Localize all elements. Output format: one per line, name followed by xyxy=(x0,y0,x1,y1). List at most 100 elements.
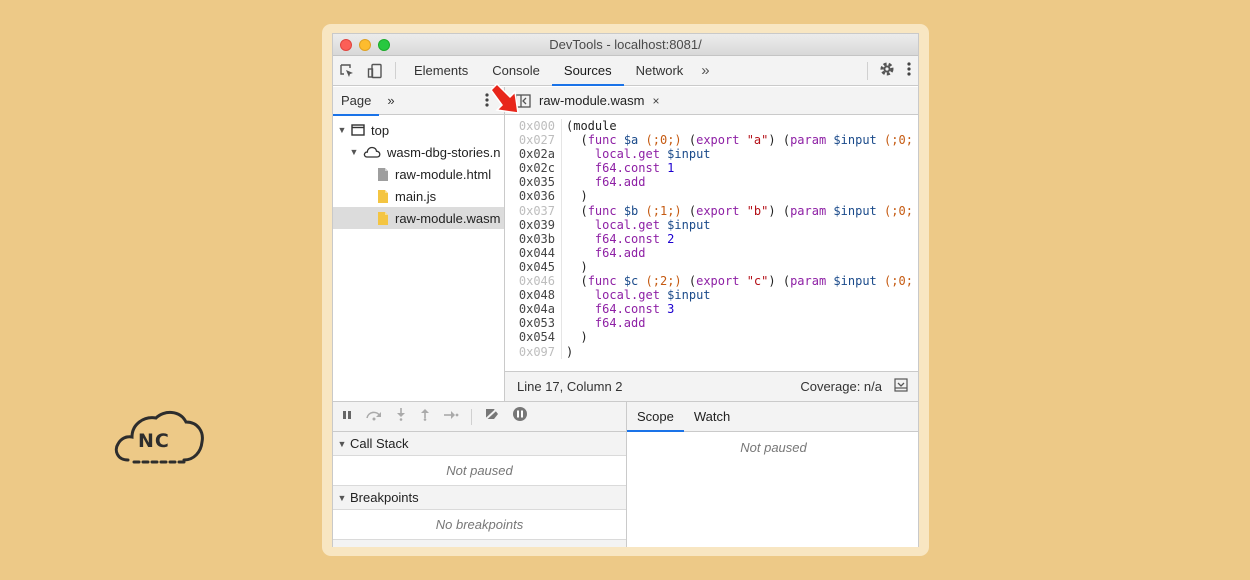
code-line[interactable]: 0x054 ) xyxy=(505,330,918,345)
code-token: ( xyxy=(681,133,697,148)
code-line[interactable]: 0x036 ) xyxy=(505,189,918,204)
line-address[interactable]: 0x02c xyxy=(505,161,561,175)
line-address[interactable]: 0x04a xyxy=(505,302,561,316)
step-over-icon[interactable] xyxy=(365,408,383,426)
editor-tab-raw-module-wasm[interactable]: raw-module.wasm × xyxy=(539,87,660,115)
code-line[interactable]: 0x048 local.get $input xyxy=(505,288,918,303)
tab-watch[interactable]: Watch xyxy=(684,402,740,431)
tab-page[interactable]: Page xyxy=(333,87,380,116)
code-token: ) xyxy=(566,344,574,359)
title-bar: DevTools - localhost:8081/ xyxy=(333,34,918,56)
tab-scope[interactable]: Scope xyxy=(627,402,684,432)
line-address[interactable]: 0x035 xyxy=(505,175,561,189)
kebab-menu-icon[interactable] xyxy=(906,61,912,82)
next-section-header[interactable] xyxy=(333,540,626,547)
code-line[interactable]: 0x02c f64.const 1 xyxy=(505,161,918,176)
code-token: export xyxy=(696,274,740,289)
code-line[interactable]: 0x046 (func $c (;2;) (export "c") (param… xyxy=(505,274,918,289)
line-address[interactable]: 0x03b xyxy=(505,232,561,246)
code-line[interactable]: 0x053 f64.add xyxy=(505,316,918,331)
line-address[interactable]: 0x027 xyxy=(505,133,561,147)
line-address[interactable]: 0x048 xyxy=(505,288,561,302)
line-address[interactable]: 0x02a xyxy=(505,147,561,161)
collapse-arrow-icon[interactable]: ▼ xyxy=(337,493,347,503)
code-view[interactable]: 0x000 (module 0x027 (func $a (;0;) (export… xyxy=(505,119,918,359)
gear-icon[interactable] xyxy=(878,60,896,83)
code-line[interactable]: 0x035 f64.add xyxy=(505,175,918,190)
code-line[interactable]: 0x044 f64.add xyxy=(505,245,918,260)
code-line[interactable]: 0x04a f64.const 3 xyxy=(505,302,918,317)
tab-console[interactable]: Console xyxy=(480,56,552,85)
code-token: ( xyxy=(566,203,588,218)
code-token: $input xyxy=(667,217,711,232)
line-address[interactable]: 0x053 xyxy=(505,316,561,330)
section-title: Breakpoints xyxy=(350,490,419,505)
expand-arrow-icon[interactable]: ▼ xyxy=(337,125,347,135)
tree-label: raw-module.html xyxy=(395,166,492,182)
step-out-icon[interactable] xyxy=(419,407,431,426)
collapse-arrow-icon[interactable]: ▼ xyxy=(337,439,347,449)
tree-label: main.js xyxy=(395,188,437,204)
line-address[interactable]: 0x044 xyxy=(505,246,561,260)
tab-elements[interactable]: Elements xyxy=(402,56,480,85)
tree-item-domain[interactable]: ▼ wasm-dbg-stories.n xyxy=(333,141,504,163)
tree-item-file-selected[interactable]: raw-module.wasm xyxy=(333,207,504,229)
line-address[interactable]: 0x046 xyxy=(505,274,561,288)
device-toolbar-icon[interactable] xyxy=(361,56,389,85)
close-icon[interactable]: × xyxy=(652,94,659,108)
code-line[interactable]: 0x037 (func $b (;1;) (export "b") (param… xyxy=(505,203,918,218)
debugger-sidebar: ▼ Call Stack Not paused ▼ Breakpoints No… xyxy=(333,402,627,547)
line-address[interactable]: 0x054 xyxy=(505,330,561,344)
line-source: local.get $input xyxy=(561,147,711,162)
tree-item-file[interactable]: main.js xyxy=(333,185,504,207)
expand-arrow-icon[interactable]: ▼ xyxy=(349,147,359,157)
code-line[interactable]: 0x039 local.get $input xyxy=(505,217,918,232)
logo-text: NC xyxy=(138,430,170,452)
code-line[interactable]: 0x03b f64.const 2 xyxy=(505,231,918,246)
line-address[interactable]: 0x037 xyxy=(505,204,561,218)
call-stack-header[interactable]: ▼ Call Stack xyxy=(333,432,626,456)
pause-on-exceptions-icon[interactable] xyxy=(512,406,528,427)
line-address[interactable]: 0x045 xyxy=(505,260,561,274)
breakpoints-header[interactable]: ▼ Breakpoints xyxy=(333,486,626,510)
code-token: $input xyxy=(833,203,877,218)
more-tabs-button[interactable]: » xyxy=(695,56,715,85)
code-token: f64.add xyxy=(594,316,646,331)
call-stack-empty: Not paused xyxy=(333,456,626,486)
line-address[interactable]: 0x039 xyxy=(505,218,561,232)
tab-network[interactable]: Network xyxy=(624,56,696,85)
code-token: $b xyxy=(623,203,639,218)
code-token: func xyxy=(587,133,617,148)
code-token: param xyxy=(790,203,827,218)
code-line[interactable]: 0x027 (func $a (;0;) (export "a") (param… xyxy=(505,133,918,148)
line-address[interactable]: 0x036 xyxy=(505,189,561,203)
code-token: f64.add xyxy=(594,175,646,190)
code-token: (;2;) xyxy=(645,274,682,289)
pause-icon[interactable] xyxy=(341,408,353,426)
toggle-drawer-icon[interactable] xyxy=(894,378,908,395)
line-address[interactable]: 0x097 xyxy=(505,345,561,359)
tree-item-file[interactable]: raw-module.html xyxy=(333,163,504,185)
step-icon[interactable] xyxy=(443,408,459,426)
deactivate-breakpoints-icon[interactable] xyxy=(484,407,500,426)
code-line[interactable]: 0x045 ) xyxy=(505,259,918,275)
code-line[interactable]: 0x000 (module xyxy=(505,119,918,134)
inspect-element-icon[interactable] xyxy=(333,56,361,85)
code-line[interactable]: 0x02a local.get $input xyxy=(505,147,918,162)
code-token: $input xyxy=(833,133,877,148)
code-line[interactable]: 0x097) xyxy=(505,344,918,359)
step-into-icon[interactable] xyxy=(395,407,407,426)
code-token: export xyxy=(696,133,740,148)
line-address[interactable]: 0x000 xyxy=(505,119,561,133)
line-source: ) xyxy=(561,344,574,359)
more-navigator-tabs-button[interactable]: » xyxy=(379,87,402,115)
tab-sources[interactable]: Sources xyxy=(551,56,624,86)
tree-item-top[interactable]: ▼ top xyxy=(333,119,504,141)
code-token: (;0; xyxy=(884,274,913,289)
code-token: $a xyxy=(623,133,639,148)
code-token: ) xyxy=(566,189,588,204)
